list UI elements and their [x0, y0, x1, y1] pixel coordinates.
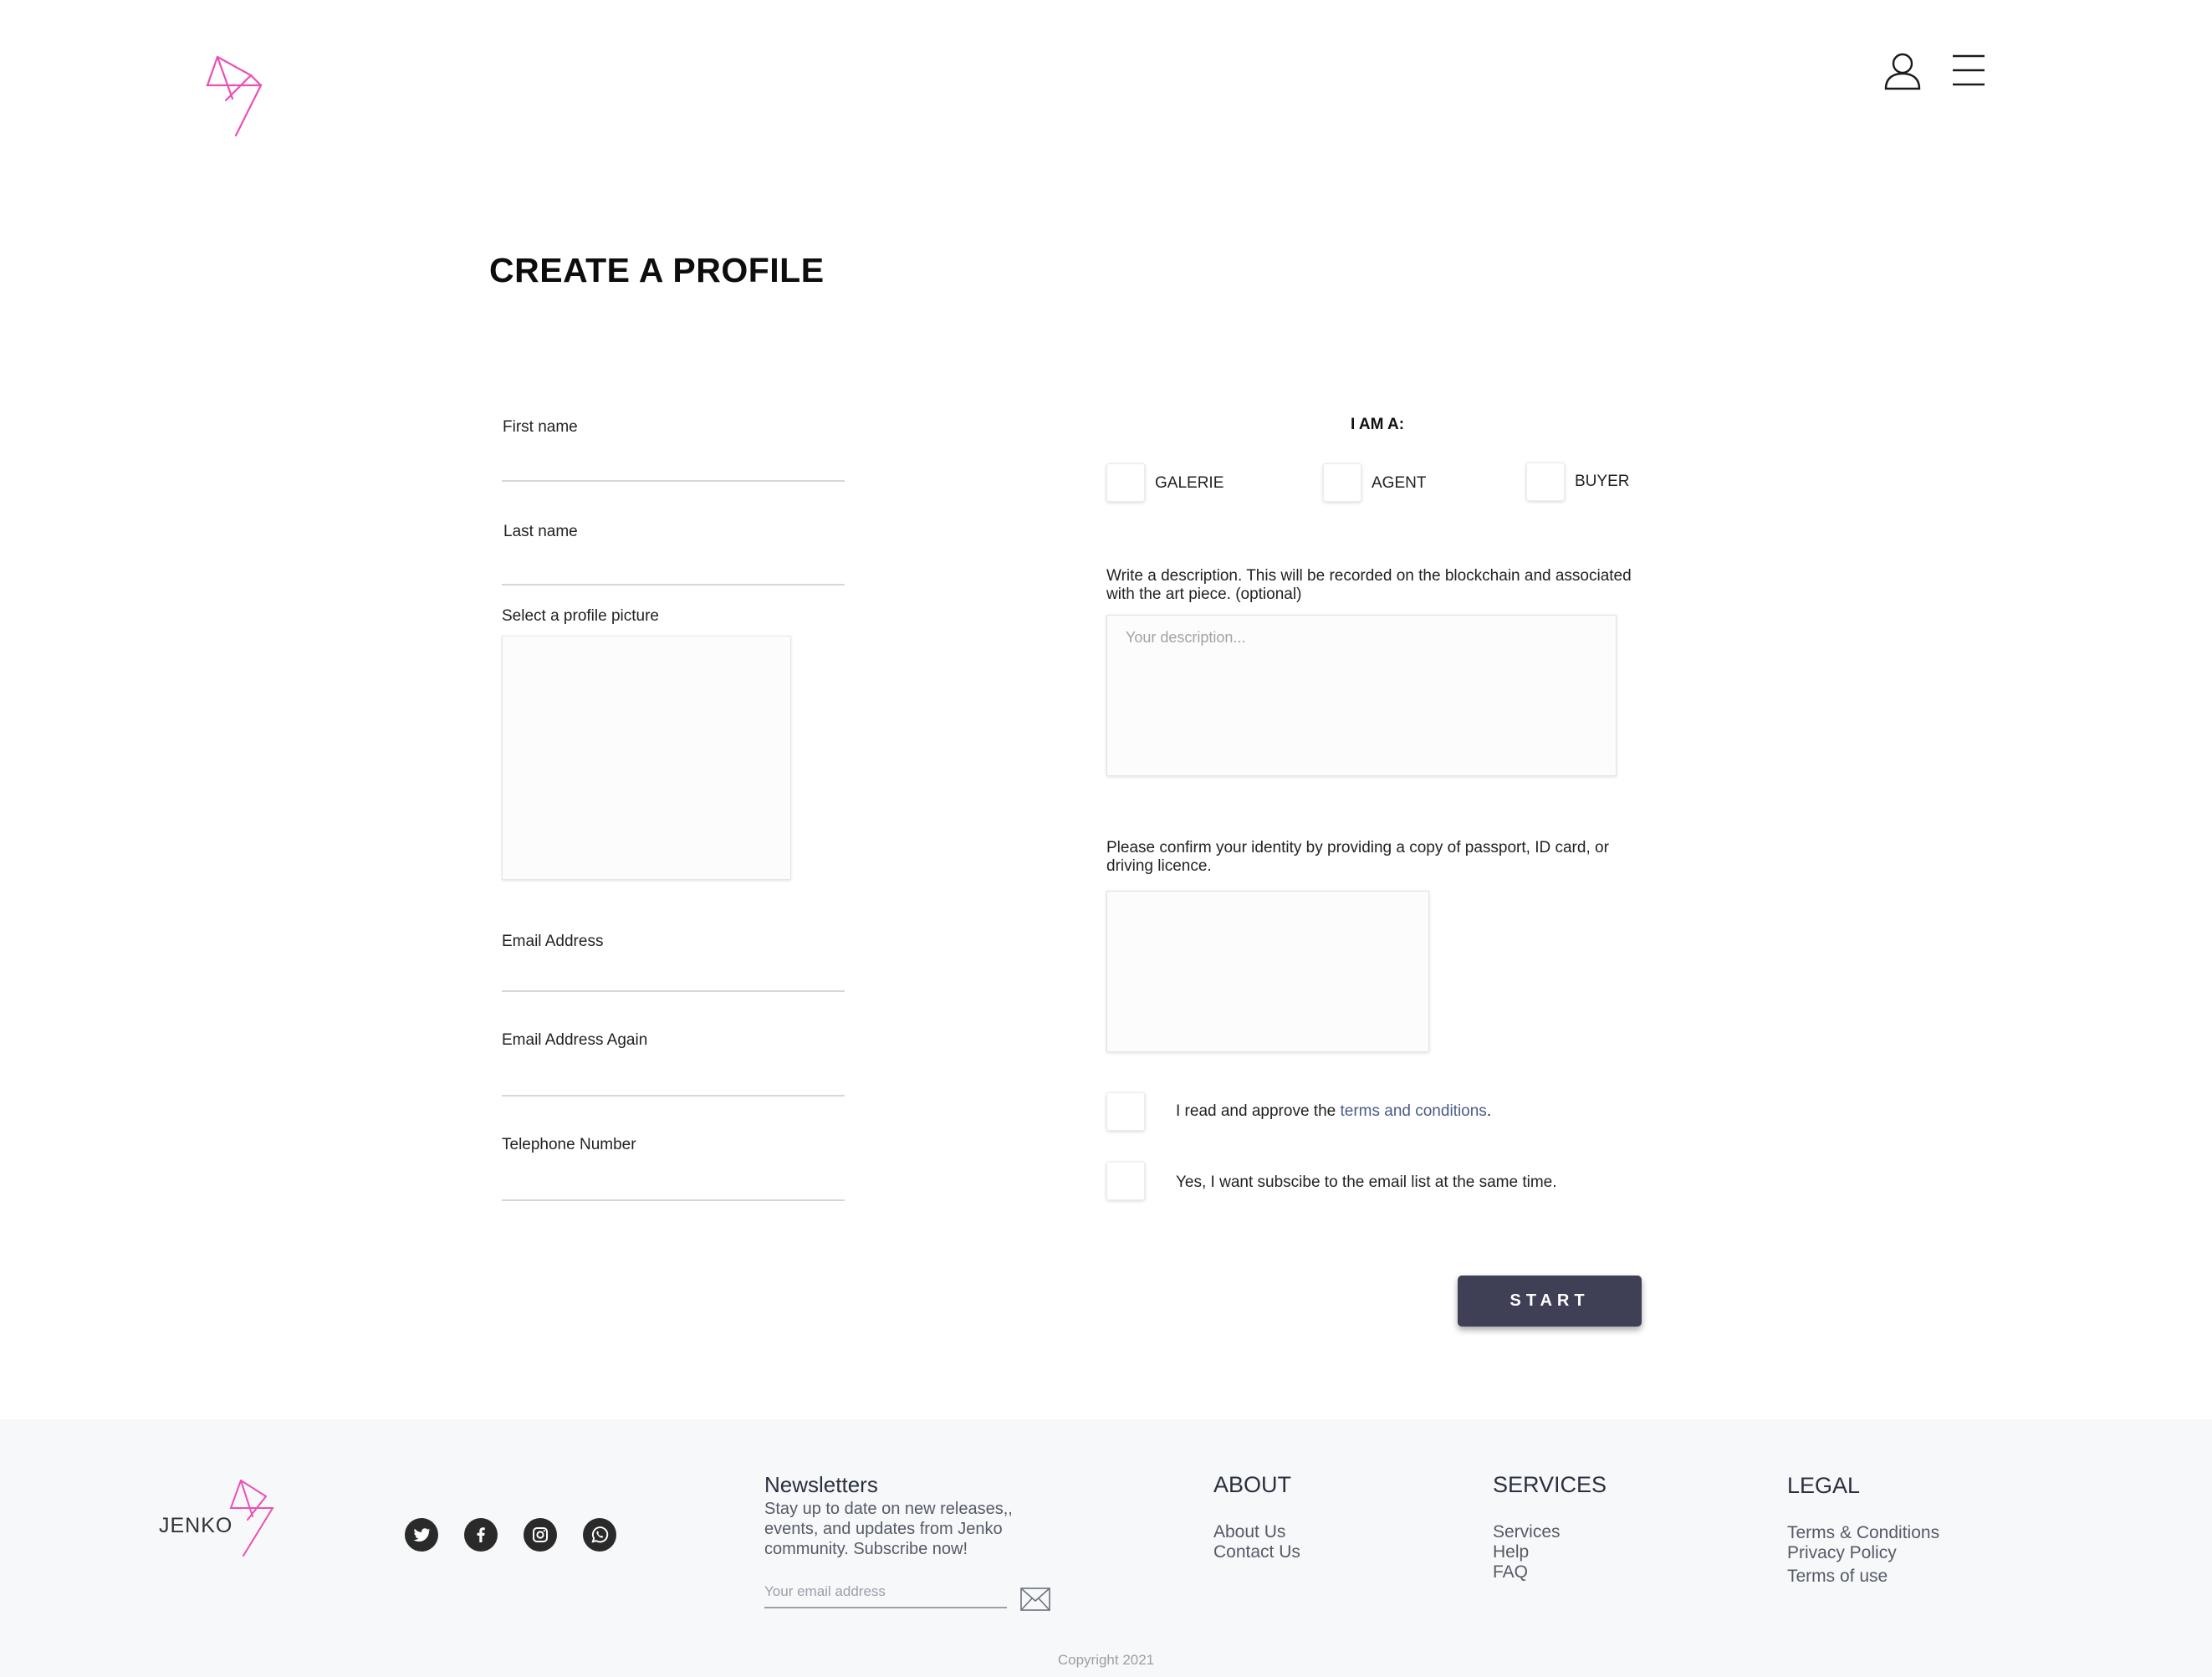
whatsapp-icon[interactable] — [583, 1518, 616, 1552]
subscribe-text: Yes, I want subscibe to the email list a… — [1176, 1173, 1557, 1191]
galerie-label: GALERIE — [1155, 474, 1224, 492]
identity-label: Please confirm your identity by providin… — [1106, 839, 1609, 875]
telephone-label: Telephone Number — [502, 1136, 636, 1153]
profile-picture-upload[interactable] — [502, 636, 791, 880]
twitter-icon[interactable] — [405, 1518, 438, 1552]
footer-link-terms-of-use[interactable]: Terms of use — [1787, 1567, 1939, 1587]
description-textarea[interactable]: Your description... — [1106, 615, 1617, 776]
footer-link-about-us[interactable]: About Us — [1213, 1522, 1300, 1542]
user-icon[interactable] — [1882, 50, 1923, 92]
hamburger-menu-icon[interactable] — [1951, 53, 1986, 88]
footer-services-links: Services Help FAQ — [1493, 1522, 1561, 1582]
newsletter-title: Newsletters — [764, 1472, 878, 1497]
buyer-label: BUYER — [1575, 473, 1630, 490]
email-again-label: Email Address Again — [502, 1031, 648, 1049]
footer-about-heading: ABOUT — [1213, 1472, 1292, 1497]
footer-link-privacy-policy[interactable]: Privacy Policy — [1787, 1543, 1939, 1563]
last-name-label: Last name — [503, 523, 578, 540]
first-name-input[interactable] — [502, 480, 845, 482]
start-button[interactable]: START — [1458, 1276, 1642, 1327]
last-name-input[interactable] — [502, 584, 845, 585]
facebook-icon[interactable] — [464, 1518, 498, 1552]
terms-text: I read and approve the terms and conditi… — [1176, 1102, 1491, 1121]
email-input[interactable] — [502, 990, 845, 992]
footer-brand: JENKO — [159, 1514, 233, 1537]
copyright: Copyright 2021 — [1057, 1652, 1155, 1668]
newsletter-text: Stay up to date on new releases,, events… — [764, 1500, 1013, 1558]
terms-prefix: I read and approve the — [1176, 1102, 1341, 1120]
subscribe-checkbox[interactable] — [1106, 1162, 1145, 1200]
instagram-icon[interactable] — [524, 1518, 557, 1552]
description-label: Write a description. This will be record… — [1106, 567, 1632, 603]
profile-picture-label: Select a profile picture — [502, 607, 659, 625]
role-label: I AM A: — [1351, 416, 1405, 433]
agent-label: AGENT — [1372, 474, 1427, 492]
first-name-label: First name — [503, 418, 578, 436]
footer-link-faq[interactable]: FAQ — [1493, 1562, 1561, 1582]
footer-link-terms-conditions[interactable]: Terms & Conditions — [1787, 1523, 1939, 1543]
footer-link-help[interactable]: Help — [1493, 1542, 1561, 1562]
footer-link-services[interactable]: Services — [1493, 1522, 1561, 1542]
email-again-input[interactable] — [502, 1095, 845, 1097]
terms-checkbox[interactable] — [1106, 1092, 1145, 1131]
footer-about-links: About Us Contact Us — [1213, 1522, 1300, 1562]
description-placeholder: Your description... — [1126, 629, 1246, 646]
identity-document-upload[interactable] — [1106, 891, 1429, 1052]
terms-suffix: . — [1486, 1102, 1492, 1120]
newsletter-email-input[interactable]: Your email address — [764, 1583, 1007, 1608]
telephone-input[interactable] — [502, 1199, 845, 1201]
buyer-checkbox[interactable] — [1526, 463, 1565, 501]
email-label: Email Address — [502, 933, 604, 950]
jenko-logo-icon[interactable] — [201, 50, 276, 138]
agent-checkbox[interactable] — [1323, 463, 1361, 502]
page-title: CREATE A PROFILE — [489, 251, 825, 289]
footer-legal-links: Terms & Conditions Privacy Policy Terms … — [1787, 1523, 1939, 1587]
envelope-icon[interactable] — [1020, 1588, 1050, 1611]
footer-services-heading: SERVICES — [1493, 1472, 1607, 1497]
footer-legal-heading: LEGAL — [1787, 1473, 1861, 1498]
terms-link[interactable]: terms and conditions — [1340, 1102, 1486, 1120]
footer-link-contact-us[interactable]: Contact Us — [1213, 1542, 1300, 1562]
galerie-checkbox[interactable] — [1106, 463, 1145, 502]
